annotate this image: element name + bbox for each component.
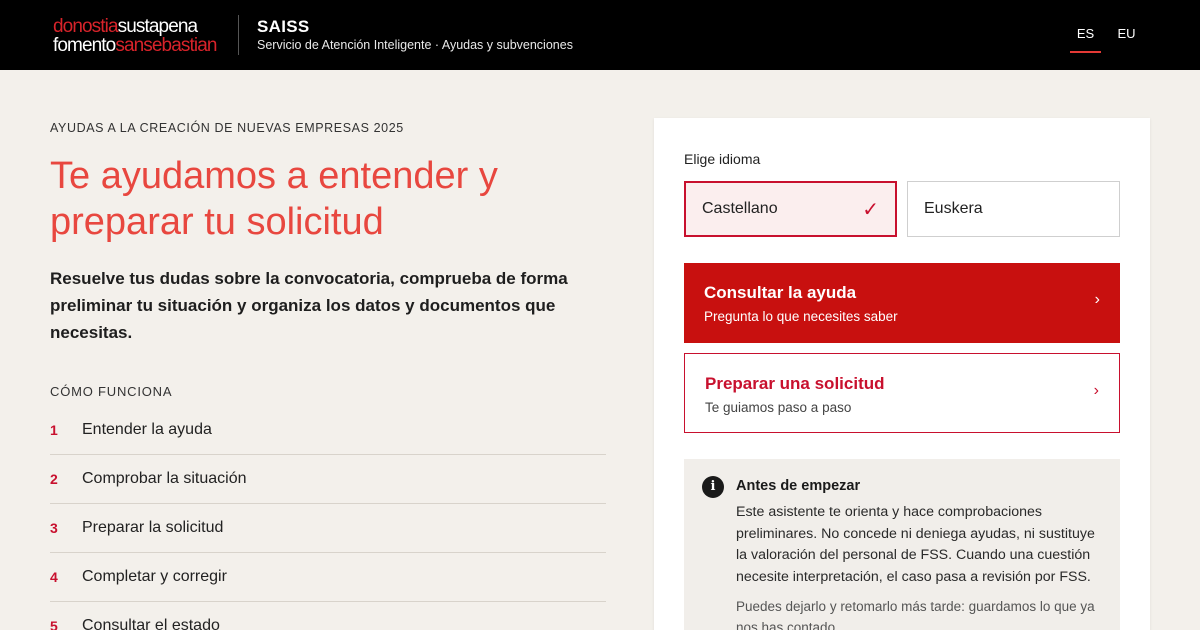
action-title: Consultar la ayuda [704,283,857,302]
step-item: 1 Entender la ayuda [50,406,606,455]
step-item: 2 Comprobar la situación [50,455,606,504]
step-item: 5 Consultar el estado [50,602,606,630]
language-option-castellano[interactable]: Castellano ✓ [684,181,897,237]
app-subtitle: Servicio de Atención Inteligente · Ayuda… [257,38,573,52]
language-option-euskera[interactable]: Euskera [907,181,1120,237]
donostia-sustapena-logo[interactable]: donostiasustapena fomentosansebastian [53,17,217,55]
logo-text-sustapena: sustapena [117,16,198,37]
action-subtitle: Te guiamos paso a paso [705,400,852,415]
step-number: 2 [50,471,58,487]
chevron-right-icon: › [1093,382,1099,399]
step-item: 3 Preparar la solicitud [50,504,606,553]
lang-eu-link[interactable]: EU [1111,26,1142,53]
prepare-application-button[interactable]: Preparar una solicitud Te guiamos paso a… [684,353,1120,433]
before-start-notice: i Antes de empezar Este asistente te ori… [684,459,1120,630]
notice-save-note: Puedes dejarlo y retomarlo más tarde: gu… [736,599,1095,630]
notice-body: Este asistente te orienta y hace comprob… [736,504,1095,586]
how-it-works-heading: CÓMO FUNCIONA [50,384,173,399]
action-subtitle: Pregunta lo que necesites saber [704,309,898,324]
consult-aid-button[interactable]: Consultar la ayuda Pregunta lo que neces… [684,263,1120,343]
step-number: 5 [50,618,58,630]
step-number: 1 [50,422,58,438]
start-panel: Elige idioma Castellano ✓ Euskera Consul… [654,118,1150,630]
step-item: 4 Completar y corregir [50,553,606,602]
step-label: Consultar el estado [82,617,220,630]
action-title: Preparar una solicitud [705,374,885,393]
info-icon: i [702,476,724,498]
step-number: 4 [50,569,58,585]
hero-description: Resuelve tus dudas sobre la convocatoria… [50,269,568,342]
language-option-label: Euskera [924,200,983,217]
logo-text-donostia: donostia [53,16,119,37]
header-divider [238,15,239,55]
language-choice-label: Elige idioma [684,151,761,167]
step-label: Preparar la solicitud [82,519,224,536]
page-title: Te ayudamos a entender y preparar tu sol… [50,155,498,243]
step-label: Completar y corregir [82,568,227,585]
language-option-label: Castellano [702,200,778,217]
step-label: Entender la ayuda [82,421,212,438]
logo-text-fomento: fomento [53,35,116,56]
steps-list: 1 Entender la ayuda 2 Comprobar la situaci… [50,406,606,630]
checkmark-icon: ✓ [862,198,879,221]
language-switcher: ES EU [1060,26,1142,53]
chevron-right-icon: › [1094,291,1100,308]
app-name: SAISS [257,17,310,36]
step-label: Comprobar la situación [82,470,247,487]
logo-text-sansebastian: sansebastian [115,35,217,56]
program-eyebrow: AYUDAS A LA CREACIÓN DE NUEVAS EMPRESAS … [50,121,404,135]
lang-es-link[interactable]: ES [1070,26,1101,53]
top-bar: donostiasustapena fomentosansebastian SA… [0,0,1200,70]
step-number: 3 [50,520,58,536]
notice-title: Antes de empezar [736,478,861,494]
